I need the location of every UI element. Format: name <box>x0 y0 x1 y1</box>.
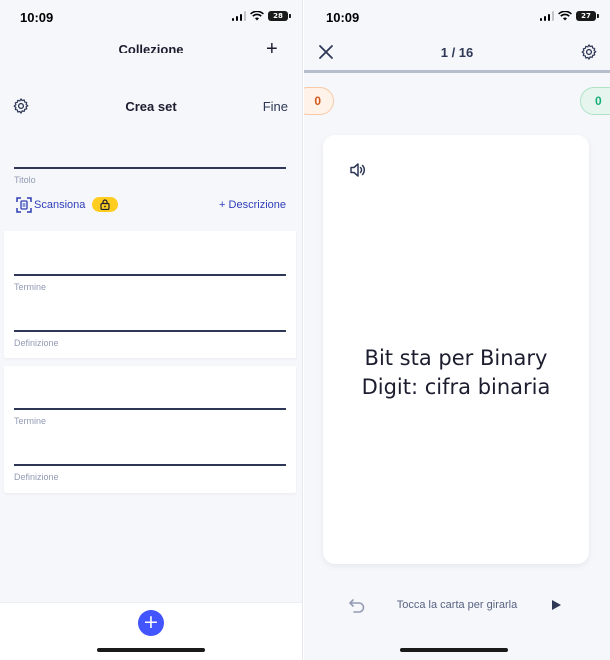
screens-container: 10:09 28 Collezione + Crea set Fine Tito… <box>0 0 610 660</box>
definition-input[interactable] <box>14 464 286 466</box>
create-set-header: Crea set Fine <box>0 92 302 120</box>
status-icons: 28 <box>231 11 291 21</box>
term-input[interactable] <box>14 408 286 410</box>
page-title: Crea set <box>125 99 177 114</box>
definition-input[interactable] <box>14 330 286 332</box>
signal-icon <box>539 11 554 21</box>
title-label: Titolo <box>14 175 36 185</box>
wifi-icon <box>250 11 264 21</box>
flashcard[interactable]: Bit sta per Binary Digit: cifra binaria <box>323 135 589 564</box>
gear-icon[interactable] <box>580 43 598 61</box>
signal-icon <box>231 11 246 21</box>
progress-bar <box>304 70 610 73</box>
definition-label: Definizione <box>14 338 59 348</box>
scan-document-icon[interactable] <box>16 197 32 213</box>
flashcard-controls: Tocca la carta per girarla <box>304 594 610 616</box>
term-card: Termine Definizione <box>4 366 296 493</box>
status-bar: 10:09 27 <box>304 0 610 34</box>
battery-icon: 27 <box>576 11 599 21</box>
lock-icon <box>100 199 110 210</box>
play-icon[interactable] <box>550 599 562 611</box>
known-count: 0 <box>580 87 610 115</box>
status-bar: 10:09 28 <box>0 0 302 34</box>
battery-icon: 28 <box>268 11 291 21</box>
status-time: 10:09 <box>20 10 54 25</box>
done-button[interactable]: Fine <box>263 99 288 114</box>
still-learning-count: 0 <box>304 87 334 115</box>
scan-button[interactable]: Scansiona <box>34 199 85 211</box>
create-set-screen: 10:09 28 Collezione + Crea set Fine Tito… <box>0 0 303 660</box>
wifi-icon <box>558 11 572 21</box>
speaker-icon[interactable] <box>349 162 367 178</box>
progress-fill <box>304 70 610 73</box>
term-label: Termine <box>14 416 47 426</box>
scan-row: Scansiona + Descrizione <box>14 195 286 215</box>
flip-hint: Tocca la carta per girarla <box>396 599 518 611</box>
term-input[interactable] <box>14 274 286 276</box>
title-input[interactable] <box>14 167 286 169</box>
home-indicator[interactable] <box>400 648 508 652</box>
term-label: Termine <box>14 282 47 292</box>
status-icons: 27 <box>539 11 599 21</box>
add-card-button[interactable]: + <box>138 610 164 636</box>
flashcards-header: 1 / 16 <box>304 40 610 66</box>
behind-sheet-add: + <box>266 42 278 53</box>
home-indicator[interactable] <box>97 648 205 652</box>
flashcard-text: Bit sta per Binary Digit: cifra binaria <box>361 346 551 399</box>
definition-label: Definizione <box>14 472 59 482</box>
status-time: 10:09 <box>326 10 360 25</box>
premium-badge <box>92 197 118 212</box>
flashcards-screen: 10:09 27 1 / 16 0 0 Bit sta per Binary D… <box>304 0 610 660</box>
behind-sheet-title: Collezione <box>118 42 184 53</box>
term-card: Termine Definizione <box>4 231 296 358</box>
card-counter: 1 / 16 <box>440 45 474 60</box>
add-description-link[interactable]: + Descrizione <box>219 199 286 211</box>
